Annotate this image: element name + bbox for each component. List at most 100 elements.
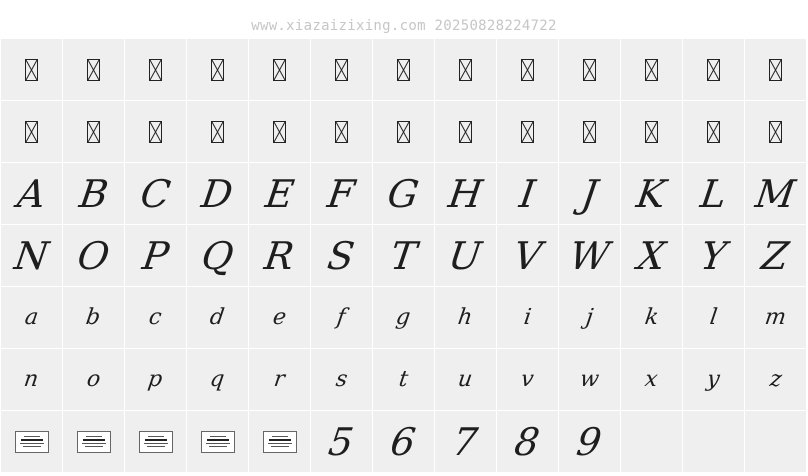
glyph-cell: N xyxy=(1,225,62,286)
missing-glyph-icon xyxy=(211,120,224,143)
glyph-char: A xyxy=(14,171,49,216)
glyph-char: p xyxy=(146,366,165,392)
glyph-cell: d xyxy=(187,287,248,348)
glyph-cell xyxy=(187,411,248,472)
glyph-grid: ABCDEFGHIJKLM NOPQRSTUVWXYZa b c d e f g h i j k l m n… xyxy=(1,39,806,472)
glyph-cell xyxy=(249,411,310,472)
glyph-cell: S xyxy=(311,225,372,286)
glyph-cell: A xyxy=(1,163,62,224)
missing-glyph-icon xyxy=(149,120,162,143)
glyph-cell: 7 xyxy=(435,411,496,472)
glyph-char: E xyxy=(262,171,297,216)
glyph-cell: b xyxy=(63,287,124,348)
glyph-cell xyxy=(435,39,496,100)
glyph-cell: O xyxy=(63,225,124,286)
glyph-cell xyxy=(63,101,124,162)
glyph-char: c xyxy=(147,304,164,330)
glyph-cell xyxy=(373,101,434,162)
missing-glyph-icon xyxy=(521,58,534,81)
glyph-cell: 6 xyxy=(373,411,434,472)
glyph-cell: m xyxy=(745,287,806,348)
font-license-image-icon xyxy=(14,430,49,453)
font-license-image-icon xyxy=(76,430,111,453)
glyph-cell: v xyxy=(497,349,558,410)
glyph-cell: L xyxy=(683,163,744,224)
glyph-cell: w xyxy=(559,349,620,410)
glyph-char: a xyxy=(23,304,40,330)
glyph-char: o xyxy=(85,366,102,392)
glyph-cell xyxy=(559,101,620,162)
glyph-cell: 5 xyxy=(311,411,372,472)
missing-glyph-icon xyxy=(25,120,38,143)
site-watermark: www.xiazaizixing.com 20250828224722 xyxy=(251,18,557,34)
missing-glyph-icon xyxy=(645,58,658,81)
glyph-cell xyxy=(1,39,62,100)
glyph-cell: t xyxy=(373,349,434,410)
missing-glyph-icon xyxy=(397,58,410,81)
missing-glyph-icon xyxy=(273,58,286,81)
glyph-cell: i xyxy=(497,287,558,348)
glyph-char: P xyxy=(139,233,172,278)
glyph-cell: I xyxy=(497,163,558,224)
glyph-cell: T xyxy=(373,225,434,286)
glyph-char: J xyxy=(578,171,601,216)
missing-glyph-icon xyxy=(25,58,38,81)
glyph-cell xyxy=(63,411,124,472)
glyph-char: O xyxy=(74,233,113,278)
glyph-char: N xyxy=(11,233,52,278)
glyph-cell: Z xyxy=(745,225,806,286)
glyph-char: V xyxy=(510,233,545,278)
glyph-cell: y xyxy=(683,349,744,410)
glyph-char: C xyxy=(137,171,174,216)
glyph-char: z xyxy=(768,366,784,392)
glyph-cell: Y xyxy=(683,225,744,286)
glyph-cell: G xyxy=(373,163,434,224)
glyph-char: n xyxy=(22,366,41,392)
glyph-char: v xyxy=(519,366,536,392)
glyph-cell: a xyxy=(1,287,62,348)
glyph-cell: p xyxy=(125,349,186,410)
missing-glyph-icon xyxy=(459,58,472,81)
glyph-cell xyxy=(1,101,62,162)
glyph-cell xyxy=(621,39,682,100)
glyph-char: f xyxy=(335,304,348,330)
glyph-char: g xyxy=(394,304,413,330)
glyph-char: L xyxy=(697,171,730,216)
glyph-char: 7 xyxy=(450,419,481,464)
glyph-char: h xyxy=(456,304,475,330)
glyph-cell xyxy=(435,101,496,162)
glyph-cell: F xyxy=(311,163,372,224)
empty-glyph-cell xyxy=(745,411,806,472)
glyph-cell: x xyxy=(621,349,682,410)
glyph-cell xyxy=(125,39,186,100)
glyph-char: U xyxy=(446,233,485,278)
empty-glyph-cell xyxy=(683,411,744,472)
glyph-cell: V xyxy=(497,225,558,286)
glyph-cell: n xyxy=(1,349,62,410)
glyph-cell xyxy=(683,101,744,162)
glyph-cell: q xyxy=(187,349,248,410)
glyph-char: D xyxy=(199,171,236,216)
glyph-cell: s xyxy=(311,349,372,410)
missing-glyph-icon xyxy=(583,58,596,81)
glyph-cell: R xyxy=(249,225,310,286)
glyph-cell: Q xyxy=(187,225,248,286)
glyph-char: k xyxy=(643,304,660,330)
glyph-cell: e xyxy=(249,287,310,348)
glyph-cell xyxy=(745,101,806,162)
missing-glyph-icon xyxy=(87,120,100,143)
missing-glyph-icon xyxy=(459,120,472,143)
glyph-cell: l xyxy=(683,287,744,348)
glyph-char: T xyxy=(387,233,420,278)
glyph-cell: h xyxy=(435,287,496,348)
glyph-char: Z xyxy=(759,233,792,278)
glyph-cell xyxy=(1,411,62,472)
glyph-char: t xyxy=(397,366,410,392)
glyph-cell: C xyxy=(125,163,186,224)
glyph-cell: 8 xyxy=(497,411,558,472)
glyph-char: I xyxy=(516,171,539,216)
missing-glyph-icon xyxy=(707,58,720,81)
glyph-char: Y xyxy=(697,233,730,278)
glyph-cell xyxy=(249,101,310,162)
glyph-cell xyxy=(745,39,806,100)
